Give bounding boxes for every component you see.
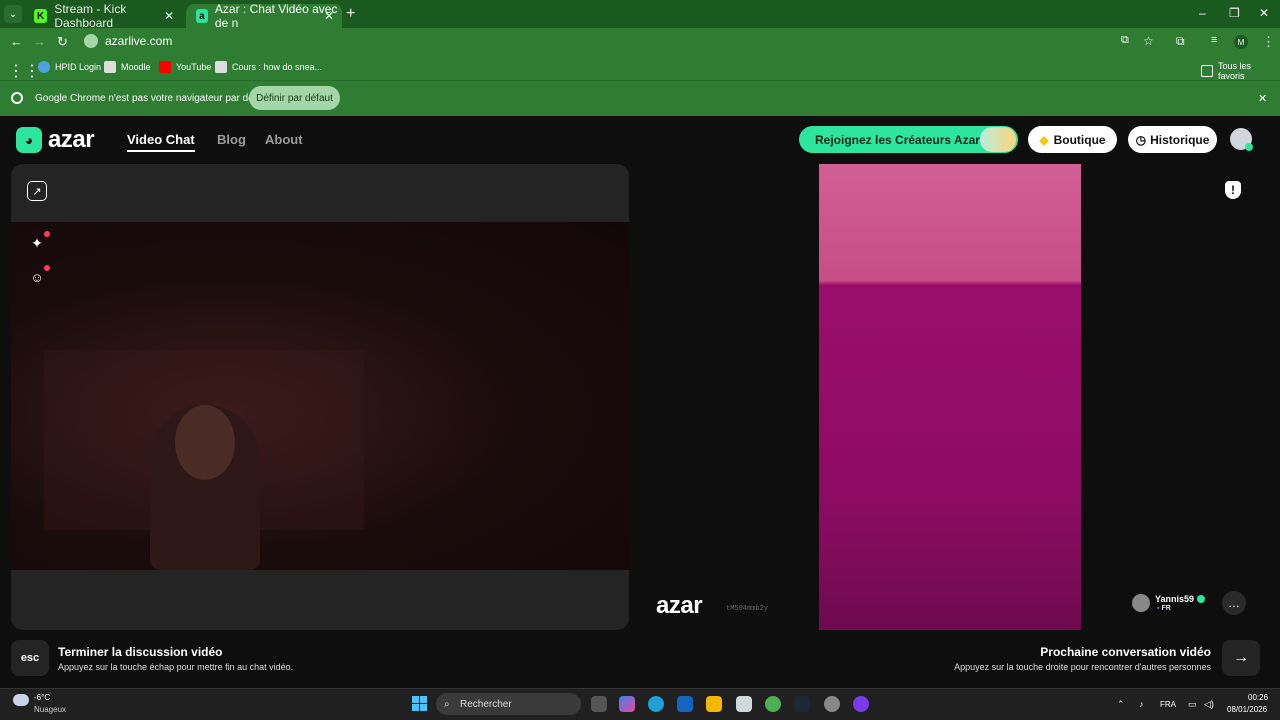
creators-decoration-icon <box>980 127 1016 152</box>
back-icon[interactable]: ← <box>10 34 23 49</box>
apps-icon[interactable]: ⋮⋮ <box>8 61 40 81</box>
new-tab-button[interactable]: + <box>346 5 355 23</box>
install-app-icon[interactable]: ⧉ <box>1121 34 1129 47</box>
page-icon <box>104 61 116 73</box>
weather-desc[interactable]: Nuageux <box>34 705 66 714</box>
bookmark-star-icon[interactable]: ☆ <box>1143 34 1154 48</box>
watermark-id: tM504mmb2y <box>726 605 769 613</box>
chrome-icon <box>11 92 23 104</box>
nav-blog[interactable]: Blog <box>217 132 246 147</box>
language-indicator[interactable]: FRA <box>1160 700 1176 709</box>
next-chat-title: Prochaine conversation vidéo <box>1040 645 1211 659</box>
restore-icon[interactable]: ❐ <box>1229 6 1240 20</box>
browser-toolbar <box>0 28 1280 56</box>
mail-icon[interactable] <box>677 696 693 712</box>
nav-about[interactable]: About <box>265 132 303 147</box>
reading-list-icon[interactable]: ≡ <box>1211 34 1217 46</box>
next-chat-description: Appuyez sur la touche droite pour rencon… <box>954 662 1211 672</box>
report-icon[interactable]: ! <box>1225 181 1241 199</box>
bookmark-hpid[interactable]: HPID Login <box>38 61 101 73</box>
history-button[interactable]: ◷ Historique <box>1128 126 1217 153</box>
self-person-face <box>175 405 235 480</box>
infobar-close-icon[interactable]: ✕ <box>1258 92 1267 105</box>
volume-icon[interactable]: ◁) <box>1204 699 1214 710</box>
close-tab-icon[interactable]: ✕ <box>324 9 334 23</box>
set-default-button[interactable]: Définir par défaut <box>249 86 340 110</box>
bookmark-youtube[interactable]: YouTube <box>159 61 211 73</box>
all-bookmarks[interactable]: Tous les favoris <box>1201 61 1280 81</box>
diamond-icon: ◆ <box>1039 132 1049 147</box>
clock-date[interactable]: 08/01/2026 <box>1227 705 1267 714</box>
clock-icon: ◷ <box>1135 132 1147 147</box>
folder-icon <box>1201 65 1213 77</box>
tab-azar[interactable]: a Azar : Chat Vidéo avec de n ✕ <box>186 2 342 30</box>
youtube-icon <box>159 61 171 73</box>
boutique-button[interactable]: ◆ Boutique <box>1028 126 1117 153</box>
network-icon[interactable]: ▭ <box>1188 699 1197 710</box>
infobar-message: Google Chrome n'est pas votre navigateur… <box>35 93 271 104</box>
kick-icon: K <box>34 9 48 23</box>
url-text[interactable]: azarlive.com <box>105 34 172 48</box>
copilot-icon[interactable] <box>619 696 635 712</box>
tab-kick-dashboard[interactable]: K Stream - Kick Dashboard ✕ <box>24 2 182 30</box>
peer-avatar[interactable] <box>1132 594 1150 612</box>
peer-country: ▪ FR <box>1157 605 1171 612</box>
bookmark-cours[interactable]: Cours : how do snea... <box>215 61 322 73</box>
minimize-icon[interactable]: – <box>1199 6 1206 20</box>
tab-label: Stream - Kick Dashboard <box>54 2 127 30</box>
page-icon <box>215 61 227 73</box>
window-close-icon[interactable]: ✕ <box>1259 6 1269 20</box>
app-icon[interactable] <box>824 696 840 712</box>
notification-dot <box>44 231 50 237</box>
online-status-icon <box>1245 143 1253 151</box>
tray-expand-icon[interactable]: ⌃ <box>1117 699 1125 710</box>
omnibox[interactable] <box>80 31 1165 53</box>
forward-icon[interactable]: → <box>33 34 46 49</box>
chat-bubble-icon[interactable]: … <box>1222 591 1246 615</box>
steam-icon[interactable] <box>794 696 810 712</box>
weather-cloud-icon[interactable] <box>13 694 29 706</box>
esc-key-badge[interactable]: esc <box>11 640 49 676</box>
chrome-taskbar-icon[interactable] <box>765 696 781 712</box>
expand-icon[interactable]: ↗ <box>27 181 47 201</box>
windows-start-icon[interactable] <box>412 696 427 711</box>
peer-video-feed <box>819 164 1081 630</box>
store-icon[interactable] <box>736 696 752 712</box>
microphone-icon[interactable]: ♪ <box>1139 699 1144 709</box>
edge-icon[interactable] <box>648 696 664 712</box>
verified-icon <box>1197 595 1205 603</box>
profile-avatar[interactable]: M <box>1234 35 1248 49</box>
weather-temp[interactable]: -6°C <box>34 693 50 702</box>
end-chat-description: Appuyez sur la touche échap pour mettre … <box>58 662 294 672</box>
taskbar-search[interactable]: ⌕ Rechercher <box>436 693 581 715</box>
task-view-icon[interactable] <box>591 696 607 712</box>
reload-icon[interactable]: ↻ <box>57 34 68 50</box>
file-explorer-icon[interactable] <box>706 696 722 712</box>
notification-dot <box>44 265 50 271</box>
globe-icon <box>38 61 50 73</box>
azar-logo-icon: ◕ <box>16 127 42 153</box>
close-tab-icon[interactable]: ✕ <box>164 9 174 23</box>
end-chat-title: Terminer la discussion vidéo <box>58 645 223 659</box>
bookmark-moodle[interactable]: Moodle <box>104 61 151 73</box>
azar-watermark: azar <box>656 592 703 619</box>
join-creators-button[interactable]: Rejoignez les Créateurs Azar <box>799 126 1018 153</box>
site-info-icon[interactable] <box>84 34 98 48</box>
search-icon: ⌕ <box>444 698 450 710</box>
extensions-icon[interactable]: ⧉ <box>1176 34 1185 49</box>
next-arrow-button[interactable]: → <box>1222 640 1260 676</box>
tab-search-button[interactable]: ⌄ <box>4 5 22 23</box>
nav-video-chat[interactable]: Video Chat <box>127 132 195 152</box>
windows-taskbar <box>0 688 1280 720</box>
tab-label: Azar : Chat Vidéo avec de n <box>214 2 338 30</box>
azar-logo[interactable]: ◕ azar <box>16 126 95 154</box>
peer-name[interactable]: Yannis59 <box>1155 594 1194 604</box>
clock-time[interactable]: 00:26 <box>1248 693 1268 702</box>
menu-icon[interactable]: ⋮ <box>1262 34 1275 50</box>
flag-fr-icon: ▪ <box>1157 605 1160 612</box>
azar-icon: a <box>196 9 208 23</box>
app-icon[interactable] <box>853 696 869 712</box>
